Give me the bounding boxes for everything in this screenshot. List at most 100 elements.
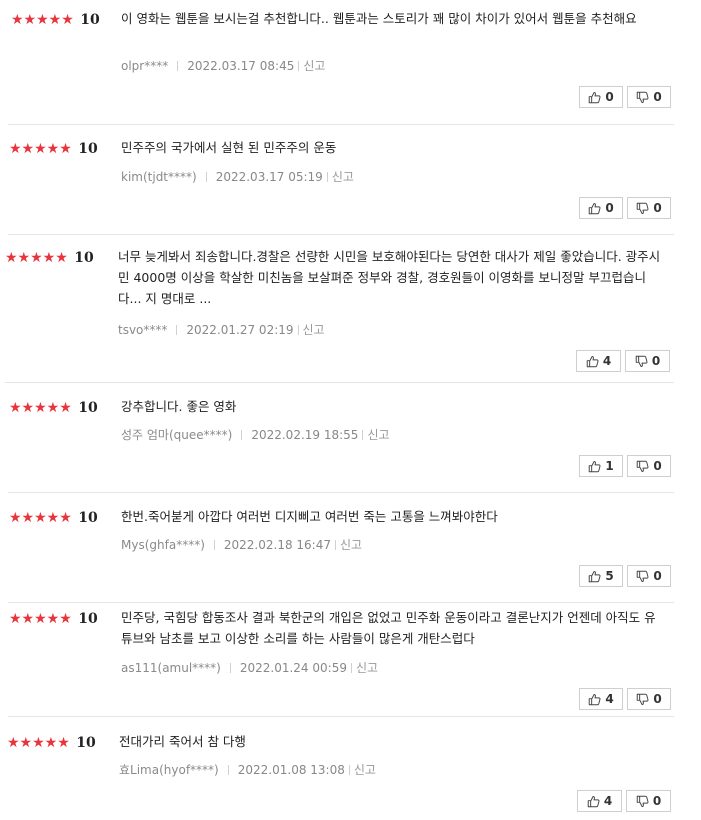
review-date: 2022.03.17 08:45 xyxy=(187,58,295,73)
thumbs-up-icon xyxy=(589,693,601,705)
review-text: 민주주의 국가에서 실현 된 민주주의 운동 xyxy=(121,140,337,155)
thumbs-up-icon xyxy=(586,355,599,367)
star-rating: ★★★★★ 10 xyxy=(5,250,94,266)
dislike-button[interactable]: 0 xyxy=(626,790,671,812)
rating-score: 10 xyxy=(78,141,98,157)
username: kim(tjdt****) xyxy=(121,169,197,184)
star-rating: ★★★★★ 10 xyxy=(9,611,98,627)
vote-buttons: 0 0 xyxy=(575,86,671,108)
divider xyxy=(8,124,674,125)
report-link[interactable]: 신고 xyxy=(303,57,325,74)
vote-buttons: 4 0 xyxy=(572,350,670,372)
dislike-count: 0 xyxy=(653,569,662,583)
separator xyxy=(227,764,229,775)
separator xyxy=(326,171,328,182)
review-date: 2022.02.19 18:55 xyxy=(251,427,359,442)
star-rating: ★★★★★ 10 xyxy=(9,510,98,526)
username: tsvo**** xyxy=(118,322,168,337)
separator xyxy=(241,429,243,440)
report-link[interactable]: 신고 xyxy=(354,761,376,778)
separator xyxy=(350,662,352,673)
like-count: 4 xyxy=(603,794,613,808)
like-count: 0 xyxy=(605,90,614,104)
dislike-button[interactable]: 0 xyxy=(625,350,670,372)
rating-score: 10 xyxy=(76,735,96,751)
like-button[interactable]: 5 xyxy=(579,565,623,587)
star-rating: ★★★★★ 10 xyxy=(11,12,100,28)
dislike-count: 0 xyxy=(652,794,662,808)
divider xyxy=(5,382,674,383)
review-meta: tsvo**** 2022.01.27 02:19 신고 xyxy=(118,321,325,338)
thumbs-up-icon xyxy=(589,91,601,103)
dislike-count: 0 xyxy=(651,354,661,368)
review-date: 2022.03.17 05:19 xyxy=(215,169,323,184)
dislike-button[interactable]: 0 xyxy=(627,565,671,587)
thumbs-down-icon xyxy=(635,355,648,367)
thumbs-up-icon xyxy=(589,202,601,214)
review-meta: 성주 엄마(quee****) 2022.02.19 18:55 신고 xyxy=(121,426,390,443)
review-meta: Mys(ghfa****) 2022.02.18 16:47 신고 xyxy=(121,536,362,553)
rating-score: 10 xyxy=(78,510,98,526)
separator xyxy=(213,539,215,550)
star-icons: ★★★★★ xyxy=(9,611,72,627)
star-icons: ★★★★★ xyxy=(9,510,72,526)
report-link[interactable]: 신고 xyxy=(367,426,389,443)
separator xyxy=(177,60,179,71)
separator xyxy=(229,662,231,673)
username: Mys(ghfa****) xyxy=(121,537,205,552)
dislike-count: 0 xyxy=(653,459,662,473)
review-text: 너무 늦게봐서 죄송합니다.경찰은 선량한 시민을 보호해야된다는 당연한 대사… xyxy=(118,249,661,306)
like-count: 4 xyxy=(602,354,612,368)
rating-score: 10 xyxy=(78,400,98,416)
like-count: 4 xyxy=(605,692,614,706)
thumbs-down-icon xyxy=(636,795,649,807)
like-button[interactable]: 0 xyxy=(579,197,623,219)
divider xyxy=(8,234,674,235)
review-text: 전대가리 죽어서 참 다행 xyxy=(119,734,246,749)
like-button[interactable]: 0 xyxy=(579,86,623,108)
vote-buttons: 4 0 xyxy=(575,688,671,710)
star-rating: ★★★★★ 10 xyxy=(9,141,98,157)
review-meta: as111(amul****) 2022.01.24 00:59 신고 xyxy=(121,659,378,676)
like-button[interactable]: 4 xyxy=(576,350,621,372)
like-button[interactable]: 1 xyxy=(579,455,623,477)
thumbs-up-icon xyxy=(587,795,600,807)
review-text: 강추합니다. 좋은 영화 xyxy=(121,399,237,414)
dislike-button[interactable]: 0 xyxy=(627,688,671,710)
star-icons: ★★★★★ xyxy=(9,400,72,416)
divider xyxy=(8,602,674,603)
review-date: 2022.01.24 00:59 xyxy=(239,660,347,675)
dislike-button[interactable]: 0 xyxy=(627,455,671,477)
report-link[interactable]: 신고 xyxy=(356,659,378,676)
thumbs-down-icon xyxy=(637,91,649,103)
thumbs-up-icon xyxy=(589,570,601,582)
separator xyxy=(205,171,207,182)
username: 효Lima(hyof****) xyxy=(119,763,219,777)
star-icons: ★★★★★ xyxy=(5,250,68,266)
report-link[interactable]: 신고 xyxy=(340,536,362,553)
username: as111(amul****) xyxy=(121,660,221,675)
dislike-count: 0 xyxy=(653,90,662,104)
review-text: 민주당, 국힘당 합동조사 결과 북한군의 개입은 없었고 민주화 운동이라고 … xyxy=(121,610,656,646)
thumbs-down-icon xyxy=(637,202,649,214)
dislike-button[interactable]: 0 xyxy=(627,86,671,108)
star-rating: ★★★★★ 10 xyxy=(9,400,98,416)
like-button[interactable]: 4 xyxy=(579,688,623,710)
review-date: 2022.02.18 16:47 xyxy=(223,537,331,552)
rating-score: 10 xyxy=(80,12,100,28)
star-icons: ★★★★★ xyxy=(9,141,72,157)
review-date: 2022.01.08 13:08 xyxy=(237,762,345,777)
separator xyxy=(297,324,299,335)
report-link[interactable]: 신고 xyxy=(332,168,354,185)
rating-score: 10 xyxy=(78,611,98,627)
review-meta: olpr**** 2022.03.17 08:45 신고 xyxy=(121,57,325,74)
report-link[interactable]: 신고 xyxy=(303,321,325,338)
thumbs-down-icon xyxy=(637,460,649,472)
review-meta: 효Lima(hyof****) 2022.01.08 13:08 신고 xyxy=(119,761,376,778)
dislike-button[interactable]: 0 xyxy=(627,197,671,219)
like-button[interactable]: 4 xyxy=(577,790,622,812)
like-count: 1 xyxy=(605,459,614,473)
separator xyxy=(348,764,350,775)
separator xyxy=(176,324,178,335)
review-date: 2022.01.27 02:19 xyxy=(186,322,294,337)
